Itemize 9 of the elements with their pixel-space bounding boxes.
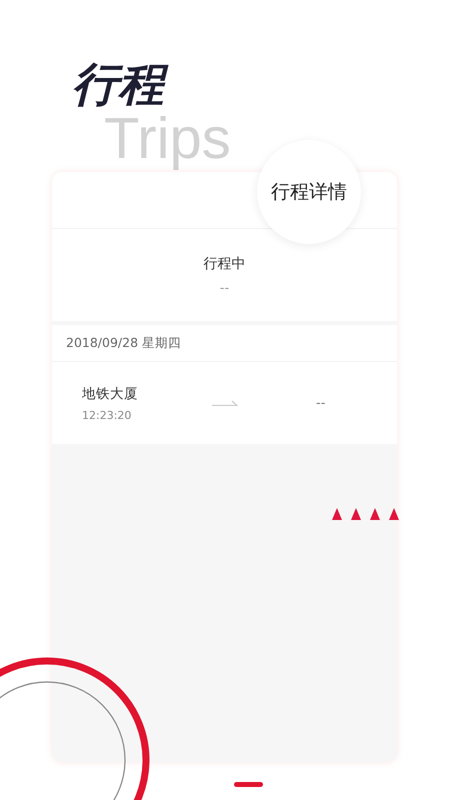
page-indicator xyxy=(234,782,263,787)
destination-name: -- xyxy=(316,396,326,410)
trip-date: 2018/09/28 星期四 xyxy=(66,334,182,352)
page-title: 行程 xyxy=(72,60,170,108)
status-value: -- xyxy=(220,280,230,296)
trip-status: 行程中 xyxy=(204,254,246,272)
triangles-icon xyxy=(332,508,400,520)
origin-time: 12:23:20 xyxy=(82,408,132,422)
origin-name: 地铁大厦 xyxy=(82,384,139,402)
